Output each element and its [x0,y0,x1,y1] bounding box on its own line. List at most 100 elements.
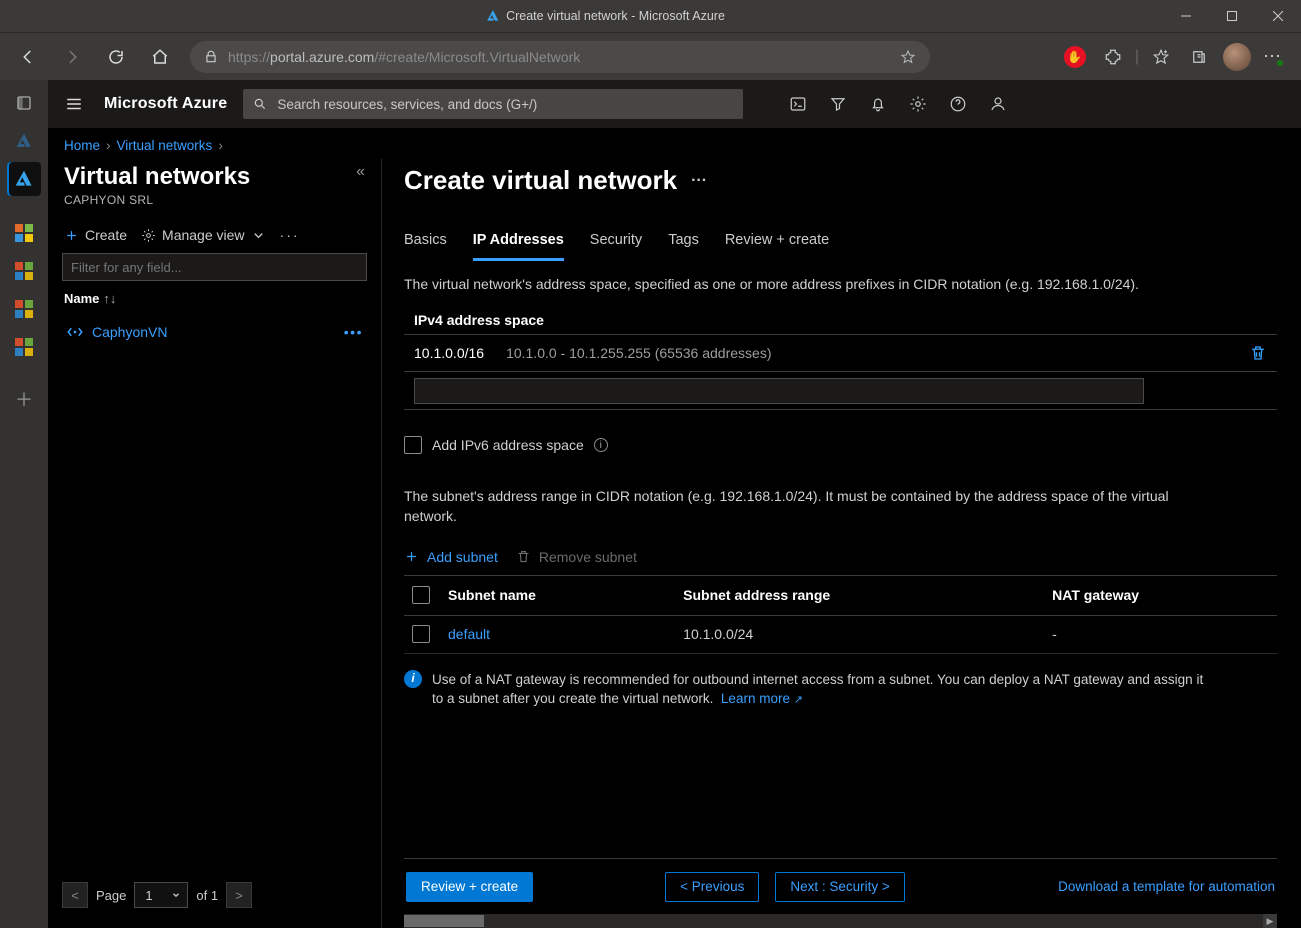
portal-header: Microsoft Azure Search resources, servic… [48,80,1301,128]
collapse-blade-icon[interactable]: « [356,163,365,181]
plus-icon [404,549,419,564]
directory-filter-icon[interactable] [823,89,853,119]
create-button[interactable]: Create [64,227,127,243]
address-bar[interactable]: https://portal.azure.com/#create/Microso… [190,41,930,73]
add-subnet-button[interactable]: Add subnet [404,549,498,565]
rail-tiles-4-icon[interactable] [7,330,41,364]
download-template-link[interactable]: Download a template for automation [1058,879,1275,894]
rail-tiles-3-icon[interactable] [7,292,41,326]
gear-icon [141,228,156,243]
feedback-icon[interactable] [983,89,1013,119]
external-link-icon: ↗ [794,694,803,706]
scrollbar-thumb[interactable] [404,915,484,927]
extensions-icon[interactable] [1097,41,1129,73]
pager: < Page 1 of 1 > [62,872,367,920]
pager-next-button[interactable]: > [226,882,252,908]
previous-button[interactable]: < Previous [665,872,759,902]
pager-page-label: Page [96,888,126,903]
scrollbar-right-arrow-icon[interactable]: ▶ [1263,914,1277,928]
address-cidr: 10.1.0.0/16 [414,345,484,361]
tabs: Basics IP Addresses Security Tags Review… [404,232,1277,262]
plus-icon [64,228,79,243]
breadcrumb-home[interactable]: Home [64,138,100,153]
horizontal-scrollbar[interactable]: ▶ [404,914,1277,928]
breadcrumb-vnets[interactable]: Virtual networks [117,138,213,153]
maximize-button[interactable] [1209,0,1255,32]
ipv6-checkbox[interactable] [404,436,422,454]
tab-ip-addresses[interactable]: IP Addresses [473,232,564,261]
settings-gear-icon[interactable] [903,89,933,119]
more-actions-button[interactable]: ··· [280,227,300,243]
manage-view-button[interactable]: Manage view [141,227,266,243]
pager-prev-button[interactable]: < [62,882,88,908]
profile-avatar[interactable] [1221,41,1253,73]
back-button[interactable] [10,39,46,75]
col-subnet-range[interactable]: Subnet address range [675,575,1044,615]
portal-brand[interactable]: Microsoft Azure [104,95,227,113]
remove-subnet-button: Remove subnet [516,549,637,565]
notifications-icon[interactable] [863,89,893,119]
address-space-row[interactable]: 10.1.0.0/16 10.1.0.0 - 10.1.255.255 (655… [404,334,1277,372]
rail-tiles-2-icon[interactable] [7,254,41,288]
filter-input[interactable] [62,253,367,281]
window-title: Create virtual network - Microsoft Azure [48,9,1163,23]
nat-infobox: i Use of a NAT gateway is recommended fo… [404,670,1214,710]
next-button[interactable]: Next : Security > [775,872,904,902]
rail-tiles-1-icon[interactable] [7,216,41,250]
collections-icon[interactable] [1183,41,1215,73]
info-icon[interactable]: i [594,438,608,452]
browser-menu-icon[interactable]: ⋯ [1259,41,1291,73]
address-range: 10.1.0.0 - 10.1.255.255 (65536 addresses… [506,345,771,361]
list-item-name: CaphyonVN [92,324,168,340]
learn-more-link[interactable]: Learn more ↗ [721,691,803,706]
wizard-footer: Review + create < Previous Next : Securi… [404,858,1277,914]
tab-security[interactable]: Security [590,232,642,261]
lock-icon [204,50,218,64]
rail-tab-icon[interactable] [7,86,41,120]
chevron-right-icon: › [218,138,223,153]
sort-asc-icon: ↑↓ [103,291,116,306]
browser-right-icons: ✋ | ⋯ [1059,41,1291,73]
pager-of-label: of 1 [196,888,218,903]
list-item-more-icon[interactable]: ••• [344,324,363,340]
pager-page-select[interactable]: 1 [134,882,188,908]
list-item[interactable]: CaphyonVN ••• [62,314,367,350]
tab-tags[interactable]: Tags [668,232,699,261]
portal-menu-icon[interactable] [60,90,88,118]
name-column-header[interactable]: Name ↑↓ [62,281,367,310]
home-button[interactable] [142,39,178,75]
info-badge-icon: i [404,670,422,688]
rail-azure-active-icon[interactable] [7,162,41,196]
left-blade: Virtual networks CAPHYON SRL « Create Ma… [48,159,382,928]
edge-sidebar-rail: ＋ [0,80,48,928]
trash-icon [516,549,531,564]
review-create-button[interactable]: Review + create [406,872,533,902]
row-checkbox[interactable] [412,625,430,643]
subnet-name-link[interactable]: default [448,626,490,642]
minimize-button[interactable] [1163,0,1209,32]
rail-azure-dim-icon[interactable] [7,124,41,158]
favorites-bar-icon[interactable] [1145,41,1177,73]
col-subnet-name[interactable]: Subnet name [440,575,675,615]
close-button[interactable] [1255,0,1301,32]
more-page-actions-icon[interactable]: ··· [691,172,707,190]
search-icon [253,97,267,111]
cloud-shell-icon[interactable] [783,89,813,119]
browser-toolbar: https://portal.azure.com/#create/Microso… [0,32,1301,80]
help-icon[interactable] [943,89,973,119]
forward-button[interactable] [54,39,90,75]
address-space-input[interactable] [414,378,1144,404]
col-nat-gateway[interactable]: NAT gateway [1044,575,1277,615]
os-titlebar: Create virtual network - Microsoft Azure [0,0,1301,32]
blade-subtitle: CAPHYON SRL [64,193,250,207]
delete-icon[interactable] [1249,344,1267,362]
refresh-button[interactable] [98,39,134,75]
rail-add-icon[interactable]: ＋ [7,382,41,416]
tab-basics[interactable]: Basics [404,232,447,261]
portal-search[interactable]: Search resources, services, and docs (G+… [243,89,743,119]
adblock-icon[interactable]: ✋ [1059,41,1091,73]
favorite-icon[interactable] [900,49,916,65]
tab-review-create[interactable]: Review + create [725,232,829,261]
select-all-checkbox[interactable] [412,586,430,604]
chevron-down-icon [171,890,181,900]
